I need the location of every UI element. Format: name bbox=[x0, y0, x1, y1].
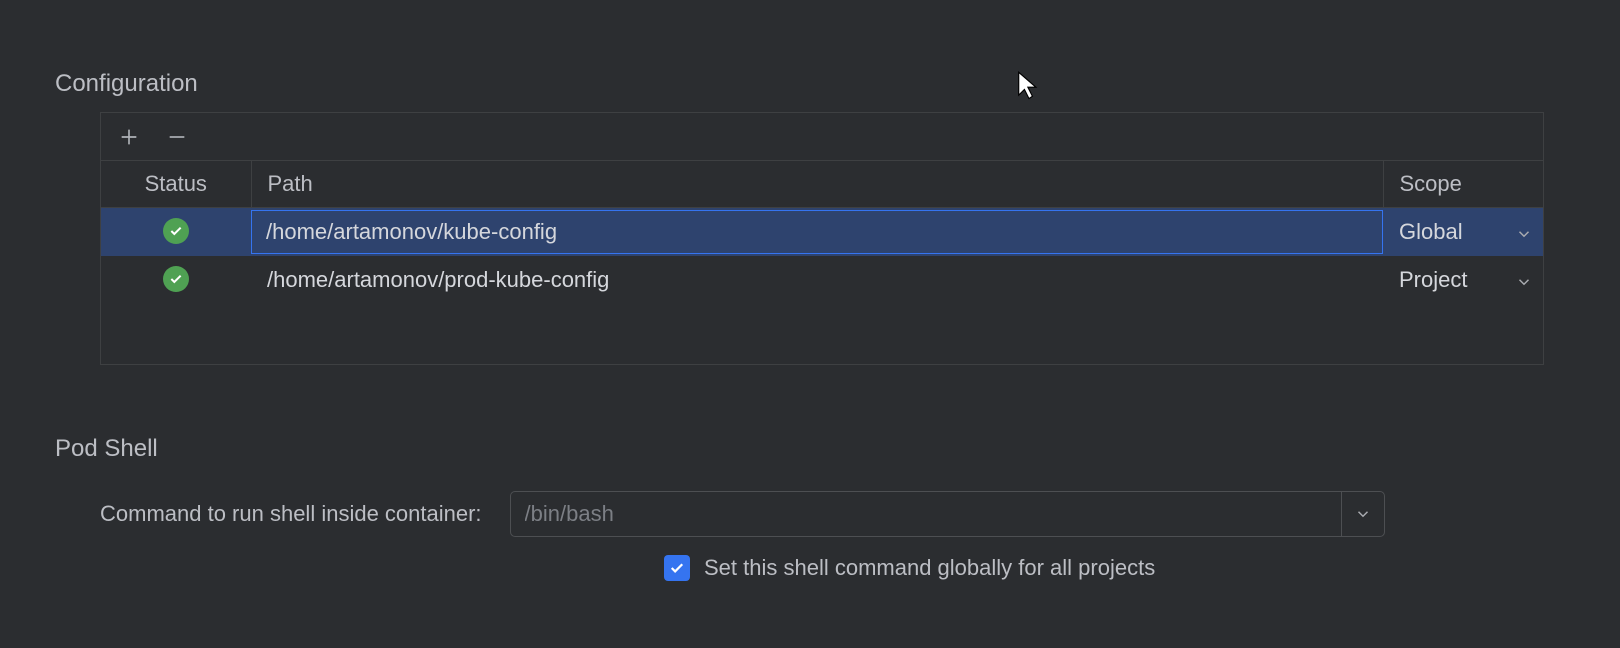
status-ok-icon bbox=[163, 218, 189, 244]
scope-dropdown[interactable]: Global bbox=[1399, 219, 1533, 245]
configuration-title: Configuration bbox=[0, 70, 1620, 98]
scope-value: Global bbox=[1399, 219, 1463, 245]
table-row[interactable]: /home/artamonov/kube-config Global bbox=[101, 208, 1543, 256]
path-value: /home/artamonov/kube-config bbox=[266, 219, 557, 245]
global-checkbox[interactable] bbox=[664, 555, 690, 581]
command-dropdown-button[interactable] bbox=[1341, 491, 1385, 537]
pod-shell-title: Pod Shell bbox=[0, 435, 1620, 463]
scope-dropdown[interactable]: Project bbox=[1399, 267, 1533, 293]
path-value: /home/artamonov/prod-kube-config bbox=[251, 256, 1383, 304]
configuration-table: Status Path Scope /home/artamonov/kube-c… bbox=[100, 112, 1544, 365]
table-row[interactable]: /home/artamonov/prod-kube-config Project bbox=[101, 256, 1543, 304]
scope-value: Project bbox=[1399, 267, 1467, 293]
col-header-path: Path bbox=[251, 161, 1383, 208]
command-input[interactable] bbox=[510, 491, 1341, 537]
chevron-down-icon bbox=[1515, 271, 1533, 289]
col-header-scope: Scope bbox=[1383, 161, 1543, 208]
command-label: Command to run shell inside container: bbox=[100, 501, 482, 527]
col-header-status: Status bbox=[101, 161, 251, 208]
add-button[interactable] bbox=[115, 123, 143, 151]
global-checkbox-label: Set this shell command globally for all … bbox=[704, 555, 1155, 581]
chevron-down-icon bbox=[1515, 223, 1533, 241]
path-input[interactable]: /home/artamonov/kube-config bbox=[251, 210, 1383, 254]
status-ok-icon bbox=[163, 266, 189, 292]
remove-button[interactable] bbox=[163, 123, 191, 151]
config-toolbar bbox=[101, 113, 1543, 161]
